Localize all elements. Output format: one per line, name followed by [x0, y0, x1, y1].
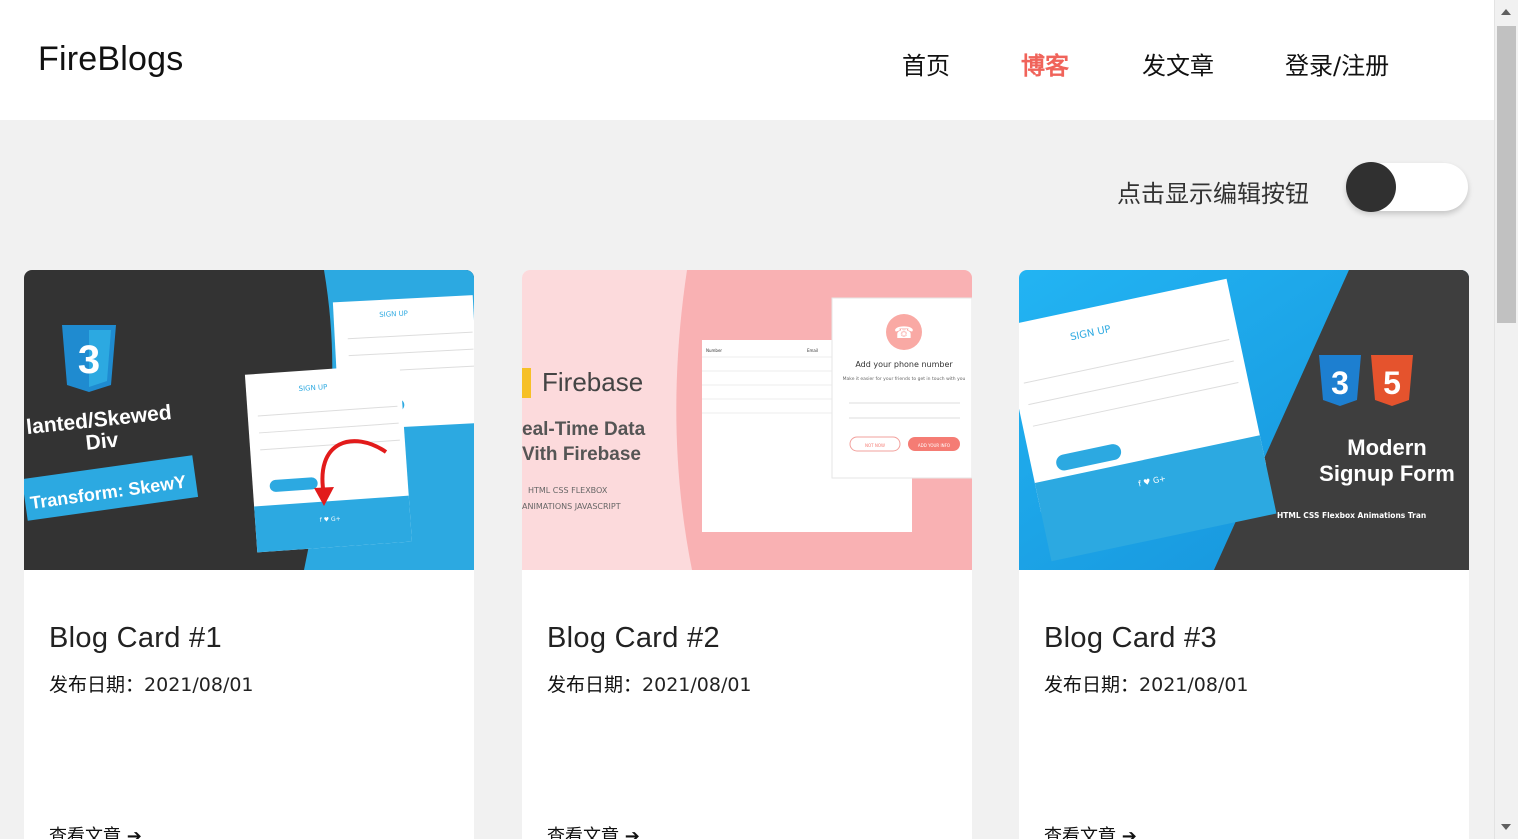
- nav-item-blog[interactable]: 博客: [1021, 46, 1069, 81]
- nav-item-login-register[interactable]: 登录/注册: [1285, 46, 1389, 81]
- blog-card-1: 3 lanted/Skewed Div Transform: SkewY SIG…: [24, 270, 474, 839]
- blog-card-2-cover-image: Firebase eal-Time Data Vith Firebase HTM…: [522, 270, 972, 570]
- blog-card-3-cover-image: SIGN UP f ♥ G+ 3 5 Modern Signup Form HT…: [1019, 270, 1469, 570]
- nav-item-home[interactable]: 首页: [902, 46, 950, 81]
- view-article-label[interactable]: 查看文章: [547, 826, 619, 839]
- scroll-down-arrow-icon[interactable]: [1501, 824, 1511, 830]
- svg-text:ADD YOUR INFO: ADD YOUR INFO: [918, 443, 950, 448]
- view-article-link[interactable]: 查看文章 ➔: [49, 822, 142, 839]
- date-value: 2021/08/01: [1139, 674, 1249, 696]
- arrow-right-icon: ➔: [126, 826, 142, 839]
- view-article-link[interactable]: 查看文章 ➔: [1044, 822, 1137, 839]
- edit-toggle-label: 点击显示编辑按钮: [1117, 180, 1309, 208]
- date-label: 发布日期：: [1044, 674, 1140, 696]
- svg-text:f ♥ G+: f ♥ G+: [320, 515, 341, 523]
- svg-text:Div: Div: [85, 429, 120, 455]
- svg-text:eal-Time Data: eal-Time Data: [522, 419, 646, 440]
- svg-text:Vith Firebase: Vith Firebase: [522, 444, 641, 465]
- arrow-right-icon: ➔: [624, 826, 640, 839]
- svg-text:Modern: Modern: [1347, 435, 1426, 460]
- blog-card-title: Blog Card #3: [1044, 622, 1217, 654]
- svg-text:5: 5: [1383, 365, 1401, 401]
- blog-card-3: SIGN UP f ♥ G+ 3 5 Modern Signup Form HT…: [1019, 270, 1469, 839]
- site-header: FireBlogs 首页 博客 发文章 登录/注册: [0, 0, 1494, 120]
- blog-card-title: Blog Card #1: [49, 622, 222, 654]
- site-logo[interactable]: FireBlogs: [38, 40, 183, 79]
- view-article-label[interactable]: 查看文章: [1044, 826, 1116, 839]
- svg-text:Number: Number: [706, 348, 722, 353]
- svg-text:3: 3: [1331, 365, 1349, 401]
- blog-card-date: 发布日期：2021/08/01: [1044, 670, 1249, 697]
- toggle-knob: [1346, 162, 1396, 212]
- svg-text:NOT NOW: NOT NOW: [865, 443, 885, 448]
- date-value: 2021/08/01: [144, 674, 254, 696]
- date-value: 2021/08/01: [642, 674, 752, 696]
- scroll-up-arrow-icon[interactable]: [1501, 9, 1511, 15]
- svg-text:Signup Form: Signup Form: [1319, 461, 1455, 486]
- svg-text:HTML CSS FLEXBOX: HTML CSS FLEXBOX: [528, 486, 608, 495]
- date-label: 发布日期：: [547, 674, 643, 696]
- blog-card-2: Firebase eal-Time Data Vith Firebase HTM…: [522, 270, 972, 839]
- blog-card-date: 发布日期：2021/08/01: [49, 670, 254, 697]
- blog-card-date: 发布日期：2021/08/01: [547, 670, 752, 697]
- view-article-label[interactable]: 查看文章: [49, 826, 121, 839]
- edit-toggle-switch[interactable]: [1346, 162, 1468, 212]
- arrow-right-icon: ➔: [1121, 826, 1137, 839]
- svg-text:Add your phone number: Add your phone number: [855, 360, 953, 369]
- date-label: 发布日期：: [49, 674, 145, 696]
- blog-card-title: Blog Card #2: [547, 622, 720, 654]
- nav-item-create-post[interactable]: 发文章: [1142, 46, 1214, 81]
- page-scrollbar[interactable]: [1494, 0, 1518, 839]
- svg-text:Make it easier for your friend: Make it easier for your friends to get i…: [843, 376, 966, 382]
- svg-text:Email: Email: [807, 348, 818, 353]
- svg-text:3: 3: [78, 338, 100, 382]
- scrollbar-thumb[interactable]: [1497, 26, 1516, 323]
- svg-text:☎: ☎: [894, 323, 914, 342]
- svg-text:HTML CSS Flexbox A: HTML CSS Flexbox Animations Tran: [1277, 511, 1426, 520]
- svg-text:SIGN UP: SIGN UP: [379, 310, 408, 319]
- svg-text:ANIMATIONS JAVASCRIPT: ANIMATIONS JAVASCRIPT: [522, 502, 621, 511]
- blog-card-1-cover-image: 3 lanted/Skewed Div Transform: SkewY SIG…: [24, 270, 474, 570]
- view-article-link[interactable]: 查看文章 ➔: [547, 822, 640, 839]
- cover-brand: Firebase: [542, 367, 643, 397]
